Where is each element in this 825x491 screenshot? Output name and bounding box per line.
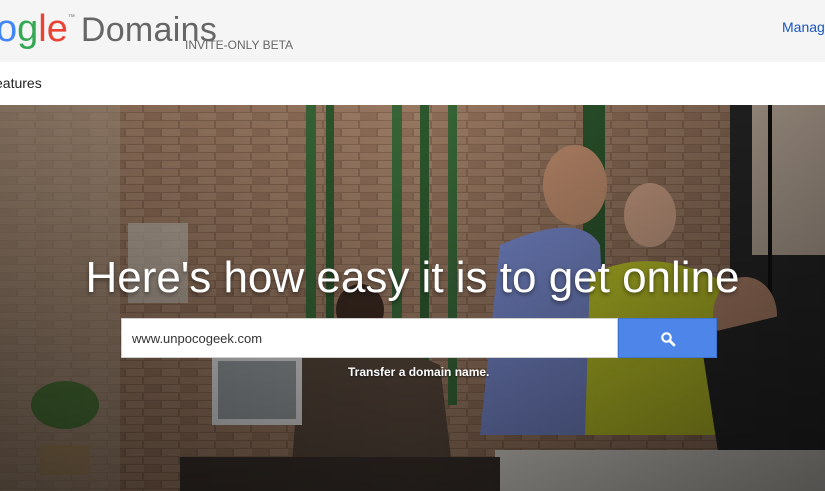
nav-item-features[interactable]: eatures (0, 75, 42, 91)
search-button[interactable] (618, 318, 717, 358)
trademark-symbol: ™ (67, 14, 75, 21)
hero-section: Here's how easy it is to get online Tran… (0, 105, 825, 491)
beta-label: INVITE-ONLY BETA (185, 38, 294, 52)
transfer-domain-link[interactable]: Transfer a domain name. (348, 365, 489, 379)
nav-bar: eatures (0, 62, 825, 106)
search-icon (661, 332, 676, 347)
top-header: ogle™ Domains INVITE-ONLY BETA Manag (0, 0, 825, 62)
manage-link[interactable]: Manag (782, 19, 825, 35)
logo-letters-le: le (38, 8, 68, 50)
logo-letter-g: g (17, 8, 39, 50)
domain-search-input[interactable] (121, 318, 618, 358)
logo-letter-o: o (0, 8, 18, 50)
hero-headline: Here's how easy it is to get online (85, 253, 740, 302)
